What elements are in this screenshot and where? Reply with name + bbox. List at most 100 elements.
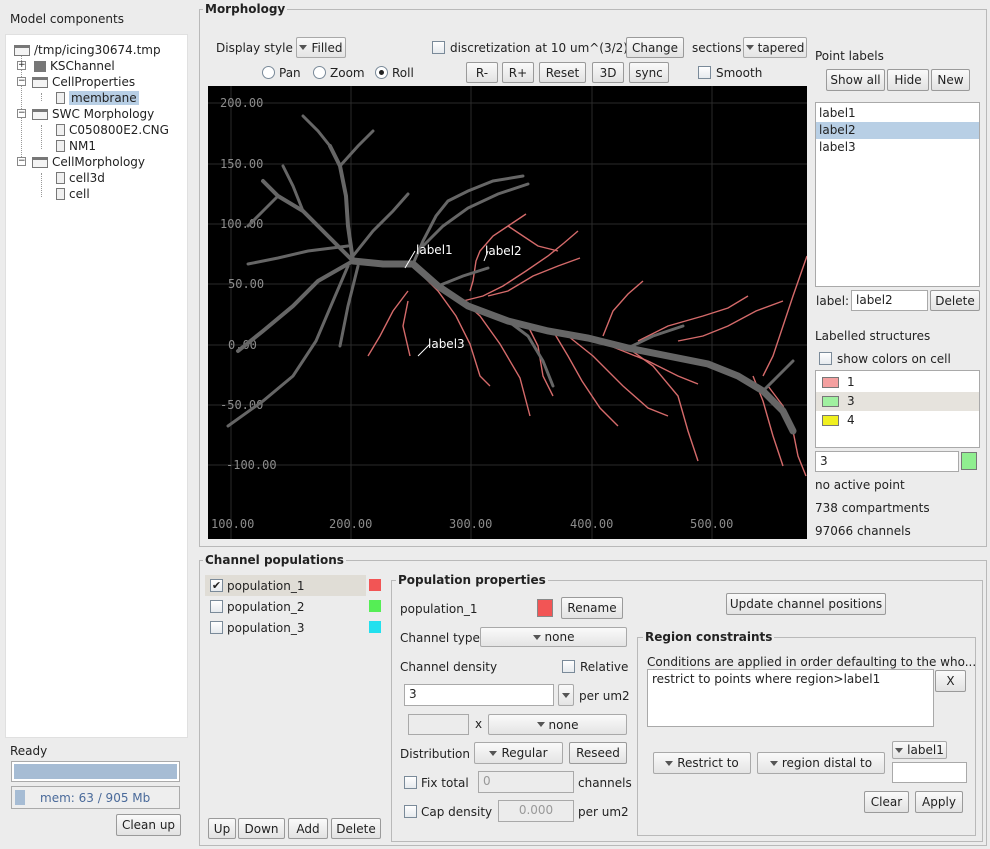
density-dropdown[interactable] — [558, 684, 574, 706]
component-icon — [34, 60, 46, 72]
tree-item-swc-morphology[interactable]: SWC Morphology — [32, 106, 154, 122]
population-3-label[interactable]: population_3 — [227, 621, 305, 635]
reseed-button[interactable]: Reseed — [569, 742, 627, 764]
morphology-canvas[interactable]: 200.00 150.00 100.00 50.00 0.00 -50.00 -… — [208, 86, 807, 539]
sync-button[interactable]: sync — [629, 62, 669, 83]
tree-item-kschannel[interactable]: KSChannel — [34, 58, 115, 74]
pan-radio[interactable] — [262, 66, 275, 79]
roll-label: Roll — [392, 66, 414, 80]
list-item[interactable]: label1 — [816, 105, 979, 122]
label-input[interactable]: label2 — [851, 290, 928, 311]
morphology-title: Morphology — [203, 2, 288, 16]
folder-icon — [32, 156, 48, 168]
labelled-structures-list[interactable]: 1 3 4 — [815, 370, 980, 448]
rename-button[interactable]: Rename — [561, 597, 623, 619]
list-item[interactable]: 1 — [816, 373, 979, 392]
y-tick: 50.00 — [228, 277, 264, 291]
collapse-icon[interactable]: − — [17, 157, 26, 166]
channel-type-dropdown[interactable]: none — [480, 627, 627, 647]
r-minus-button[interactable]: R- — [466, 62, 498, 83]
restrict-to-dropdown[interactable]: Restrict to — [653, 752, 751, 774]
region-distal-dropdown[interactable]: region distal to — [757, 752, 885, 774]
tree-item-nm1[interactable]: NM1 — [56, 138, 96, 154]
region-constraints-title: Region constraints — [643, 630, 775, 644]
list-item[interactable]: label2 — [816, 122, 979, 139]
population-1-checkbox[interactable]: ✔ — [210, 579, 223, 592]
tree-root[interactable]: /tmp/icing30674.tmp — [14, 42, 161, 58]
structure-color-button[interactable] — [961, 452, 977, 470]
apply-button[interactable]: Apply — [915, 791, 963, 813]
tree-item-cell[interactable]: cell — [56, 186, 90, 202]
folder-icon — [32, 108, 48, 120]
r-plus-button[interactable]: R+ — [502, 62, 534, 83]
change-button[interactable]: Change — [626, 37, 684, 58]
population-1-color[interactable] — [369, 579, 381, 591]
list-item[interactable]: 3 — [816, 392, 979, 411]
add-button[interactable]: Add — [288, 818, 328, 839]
remove-condition-button[interactable]: X — [935, 670, 966, 692]
up-button[interactable]: Up — [208, 818, 236, 839]
list-item[interactable]: label3 — [816, 139, 979, 156]
expand-icon[interactable]: + — [17, 61, 26, 70]
cap-density-checkbox[interactable] — [404, 805, 417, 818]
show-all-button[interactable]: Show all — [826, 69, 885, 91]
second-type-dropdown[interactable]: none — [488, 714, 627, 735]
point-labels-list[interactable]: label1 label2 label3 — [815, 102, 980, 287]
show-colors-checkbox[interactable] — [819, 352, 832, 365]
tree-item-c050800e2[interactable]: C050800E2.CNG — [56, 122, 169, 138]
collapse-icon[interactable]: − — [17, 77, 26, 86]
clear-button[interactable]: Clear — [864, 791, 909, 813]
region-value-input[interactable] — [892, 762, 967, 783]
neuron-view[interactable]: 200.00 150.00 100.00 50.00 0.00 -50.00 -… — [208, 86, 807, 539]
per-um2-label-b: per um2 — [578, 805, 629, 819]
roll-radio[interactable] — [375, 66, 388, 79]
tree-item-cellproperties[interactable]: CellProperties — [32, 74, 135, 90]
region-label-dropdown[interactable]: label1 — [892, 741, 947, 759]
sections-dropdown[interactable]: tapered — [743, 37, 807, 58]
population-color-button[interactable] — [537, 599, 553, 617]
document-icon — [56, 140, 65, 152]
fix-total-input[interactable]: 0 — [478, 771, 574, 793]
tree-item-cell3d[interactable]: cell3d — [56, 170, 105, 186]
new-button[interactable]: New — [931, 69, 970, 91]
delete-label-button[interactable]: Delete — [930, 290, 980, 311]
population-2-color[interactable] — [369, 600, 381, 612]
tree-item-membrane[interactable]: membrane — [56, 90, 139, 106]
discretization-checkbox[interactable] — [432, 41, 445, 54]
cap-density-input[interactable]: 0.000 — [498, 800, 574, 822]
document-icon — [56, 172, 65, 184]
population-2-label[interactable]: population_2 — [227, 600, 305, 614]
3d-button[interactable]: 3D — [592, 62, 624, 83]
discretization-value: at 10 um^(3/2) — [535, 41, 628, 55]
structure-input[interactable]: 3 — [815, 451, 959, 472]
folder-icon — [14, 44, 30, 56]
display-style-dropdown[interactable]: Filled — [296, 37, 346, 58]
population-2-checkbox[interactable] — [210, 600, 223, 613]
population-3-checkbox[interactable] — [210, 621, 223, 634]
population-1-label[interactable]: population_1 — [227, 579, 305, 593]
update-channel-positions-button[interactable]: Update channel positions — [726, 593, 886, 615]
channel-type-label: Channel type — [400, 631, 480, 645]
reset-button[interactable]: Reset — [539, 62, 586, 83]
channel-density-input[interactable]: 3 — [404, 684, 554, 706]
component-tree[interactable]: /tmp/icing30674.tmp + KSChannel − CellPr… — [5, 34, 188, 738]
multiplier-input[interactable] — [408, 714, 469, 735]
population-3-color[interactable] — [369, 621, 381, 633]
color-swatch — [822, 377, 839, 388]
distribution-dropdown[interactable]: Regular — [474, 742, 563, 764]
fix-total-checkbox[interactable] — [404, 776, 417, 789]
delete-population-button[interactable]: Delete — [331, 818, 381, 839]
canvas-label-3: label3 — [428, 337, 465, 351]
chevron-down-icon — [769, 760, 778, 766]
list-item[interactable]: 4 — [816, 411, 979, 430]
clean-up-button[interactable]: Clean up — [116, 814, 181, 836]
tree-item-cellmorphology[interactable]: CellMorphology — [32, 154, 145, 170]
down-button[interactable]: Down — [238, 818, 285, 839]
x-tick: 400.00 — [570, 517, 613, 531]
collapse-icon[interactable]: − — [17, 109, 26, 118]
relative-checkbox[interactable] — [562, 660, 575, 673]
region-conditions-text[interactable]: restrict to points where region>label1 — [647, 669, 934, 727]
hide-button[interactable]: Hide — [887, 69, 929, 91]
zoom-radio[interactable] — [313, 66, 326, 79]
smooth-checkbox[interactable] — [698, 66, 711, 79]
